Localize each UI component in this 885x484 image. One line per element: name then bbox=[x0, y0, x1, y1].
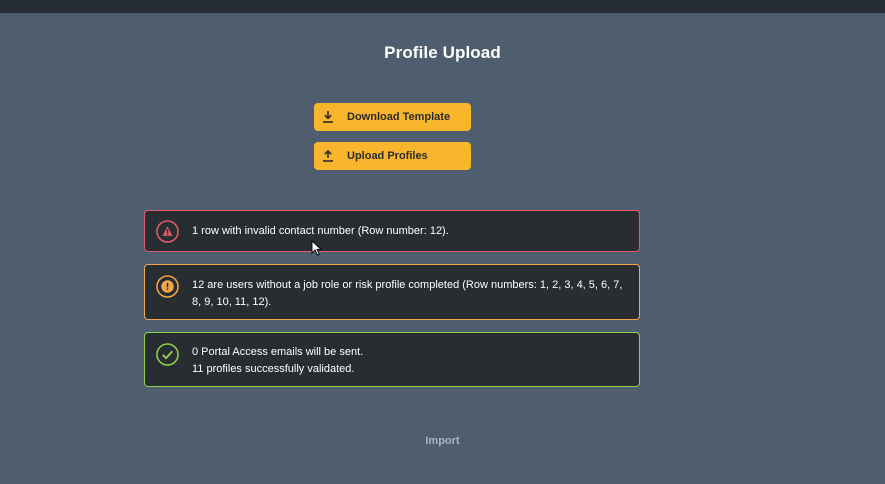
check-circle-icon bbox=[156, 343, 179, 366]
success-alert-line-1: 0 Portal Access emails will be sent. bbox=[192, 346, 364, 358]
success-alert-text: 0 Portal Access emails will be sent. 11 … bbox=[192, 344, 631, 377]
page-title: Profile Upload bbox=[384, 43, 501, 62]
exclamation-circle-icon bbox=[156, 275, 179, 298]
upload-profiles-label: Upload Profiles bbox=[347, 150, 428, 162]
error-alert: 1 row with invalid contact number (Row n… bbox=[144, 210, 640, 252]
import-button[interactable]: Import bbox=[0, 435, 885, 447]
upload-icon bbox=[323, 149, 333, 162]
warning-alert-line: 12 are users without a job role or risk … bbox=[192, 279, 623, 308]
success-alert-line-2: 11 profiles successfully validated. bbox=[192, 362, 355, 375]
mouse-cursor-icon bbox=[311, 240, 323, 256]
warning-triangle-icon bbox=[156, 220, 179, 243]
success-alert: 0 Portal Access emails will be sent. 11 … bbox=[144, 332, 640, 387]
download-template-label: Download Template bbox=[347, 111, 451, 123]
top-bar bbox=[0, 0, 885, 13]
warning-alert: 12 are users without a job role or risk … bbox=[144, 264, 640, 320]
warning-alert-text: 12 are users without a job role or risk … bbox=[192, 277, 631, 310]
error-alert-line: 1 row with invalid contact number (Row n… bbox=[192, 225, 449, 237]
download-template-button[interactable]: Download Template bbox=[314, 103, 471, 131]
error-alert-text: 1 row with invalid contact number (Row n… bbox=[192, 223, 631, 240]
upload-profiles-button[interactable]: Upload Profiles bbox=[314, 142, 471, 170]
download-icon bbox=[323, 111, 333, 123]
